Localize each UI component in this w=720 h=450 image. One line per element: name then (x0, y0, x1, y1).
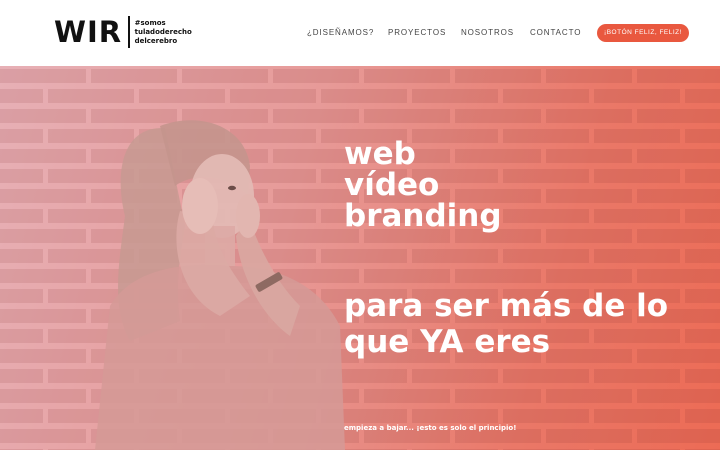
logo-tagline-line: delcerebro (134, 36, 178, 45)
headline-word: branding (344, 198, 502, 234)
headline-word: web (344, 136, 416, 172)
logo-tagline: #somos tuladoderecho delcerebro (135, 19, 195, 46)
logo-tagline-line: #somos (134, 18, 166, 27)
nav-item-proyectos[interactable]: PROYECTOS (388, 28, 446, 37)
hero-subheadline: para ser más de lo que YA eres (344, 288, 669, 360)
hero-section: web vídeo branding para ser más de lo qu… (0, 66, 720, 450)
nav-item-disenamos[interactable]: ¿DISEÑAMOS? (307, 28, 374, 37)
logo-tagline-line: tuladoderecho (134, 27, 192, 36)
hero-headline: web vídeo branding (344, 139, 502, 232)
hero-photo-person (95, 120, 345, 450)
scroll-hint: empieza a bajar... ¡esto es solo el prin… (344, 424, 517, 432)
nav-item-contacto[interactable]: CONTACTO (530, 28, 581, 37)
site-header: WIR #somos tuladoderecho delcerebro ¿DIS… (0, 0, 720, 66)
headline-word: vídeo (344, 167, 440, 203)
site-logo[interactable]: WIR #somos tuladoderecho delcerebro (54, 16, 195, 48)
logo-mark: WIR (54, 15, 123, 49)
nav-item-nosotros[interactable]: NOSOTROS (461, 28, 514, 37)
logo-divider (128, 16, 130, 48)
cta-button[interactable]: ¡BOTÓN FELIZ, FELIZ! (597, 24, 689, 42)
